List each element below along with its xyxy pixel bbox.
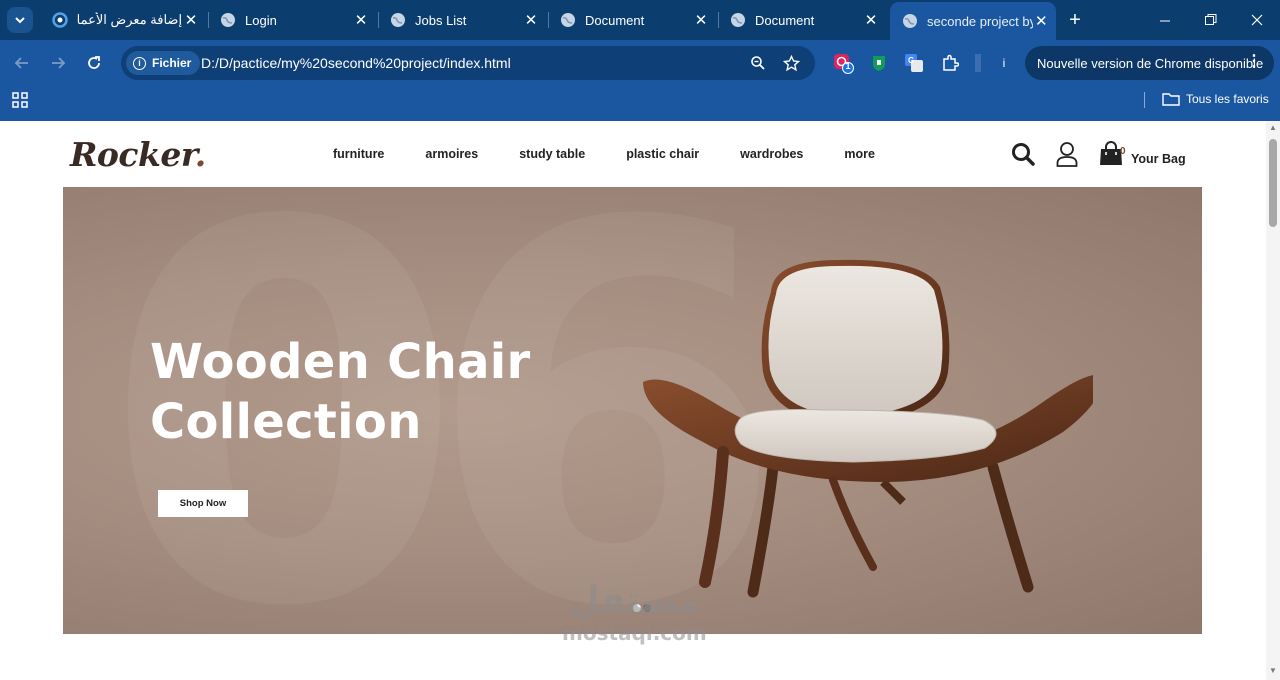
- chip-label: Fichier: [152, 56, 192, 70]
- back-button[interactable]: [10, 51, 34, 75]
- apps-grid-icon[interactable]: [12, 92, 28, 113]
- extension-badge-count: 1: [845, 61, 851, 71]
- bag-count: 0: [1120, 146, 1126, 157]
- new-tab-icon[interactable]: +: [1064, 9, 1086, 31]
- tab-title: Jobs List: [415, 12, 467, 28]
- tab-jobs-list[interactable]: Jobs List ✕: [378, 5, 548, 35]
- browser-toolbar: i Fichier D:/D/pactice/my%20second%20pro…: [0, 40, 1280, 86]
- nav-item-furniture[interactable]: furniture: [333, 147, 384, 161]
- forward-button[interactable]: [46, 51, 70, 75]
- svg-text:G: G: [908, 56, 914, 65]
- all-bookmarks-button[interactable]: Tous les favoris: [1162, 92, 1269, 106]
- tab-document-2[interactable]: Document ✕: [718, 5, 888, 35]
- close-icon[interactable]: ✕: [182, 11, 200, 29]
- page-viewport: Rocker. furniture armoires study table p…: [0, 121, 1266, 680]
- tab-strip: إضافة معرض الأعما ✕ Login ✕ Jobs List ✕ …: [0, 0, 1280, 40]
- tab-title: Login: [245, 12, 277, 28]
- logo-dot: .: [194, 135, 207, 174]
- nav-item-study-table[interactable]: study table: [519, 147, 585, 161]
- scroll-up-icon[interactable]: ▲: [1268, 124, 1278, 132]
- zoom-icon[interactable]: [749, 54, 767, 72]
- logo-text: Rocker: [70, 135, 195, 174]
- hero-title: Wooden Chair Collection: [150, 332, 570, 452]
- bookmarks-bar: [0, 86, 1280, 121]
- nav-item-more[interactable]: more: [844, 147, 875, 161]
- main-nav: furniture armoires study table plastic c…: [333, 147, 916, 161]
- close-window-icon[interactable]: [1234, 0, 1280, 40]
- translate-icon[interactable]: G: [903, 52, 925, 74]
- tab-active-project[interactable]: seconde project by ✕: [890, 2, 1056, 40]
- profile-info-icon[interactable]: i: [993, 52, 1015, 74]
- chrome-update-button[interactable]: Nouvelle version de Chrome disponible ⋮: [1025, 46, 1274, 80]
- nav-item-wardrobes[interactable]: wardrobes: [740, 147, 803, 161]
- globe-icon: [560, 12, 576, 28]
- circle-favicon-icon: [52, 12, 68, 28]
- close-icon[interactable]: ✕: [522, 11, 540, 29]
- reload-button[interactable]: [82, 51, 106, 75]
- tab-document-1[interactable]: Document ✕: [548, 5, 718, 35]
- tab-search-button[interactable]: [7, 7, 33, 33]
- close-icon[interactable]: ✕: [692, 11, 710, 29]
- globe-icon: [220, 12, 236, 28]
- tab-portfolio[interactable]: إضافة معرض الأعما ✕: [40, 5, 208, 35]
- update-text: Nouvelle version de Chrome disponible: [1037, 55, 1264, 71]
- site-logo[interactable]: Rocker.: [70, 135, 206, 174]
- nav-item-plastic-chair[interactable]: plastic chair: [626, 147, 699, 161]
- globe-icon: [730, 12, 746, 28]
- hero-slider: 06 Wooden Chair Collection Shop Now: [63, 187, 1202, 634]
- hero-title-line2: Collection: [150, 394, 422, 450]
- address-bar[interactable]: i Fichier D:/D/pactice/my%20second%20pro…: [121, 46, 815, 80]
- close-icon[interactable]: ✕: [862, 11, 880, 29]
- folder-icon: [1162, 93, 1180, 106]
- reload-icon: [88, 56, 100, 69]
- toolbar-divider: [975, 54, 981, 72]
- shield-extension-icon[interactable]: [868, 52, 890, 74]
- bookmark-star-icon[interactable]: [782, 54, 800, 72]
- restore-icon[interactable]: [1188, 0, 1234, 40]
- page-scrollbar[interactable]: ▲ ▼: [1266, 121, 1280, 680]
- minimize-icon[interactable]: [1142, 0, 1188, 40]
- tab-title: Document: [585, 12, 645, 28]
- tab-title: seconde project by: [927, 13, 1033, 29]
- wooden-chair-image: [643, 259, 1093, 598]
- user-icon[interactable]: [1056, 141, 1078, 167]
- extensions-puzzle-icon[interactable]: [939, 52, 961, 74]
- url-text[interactable]: D:/D/pactice/my%20second%20project/index…: [201, 55, 511, 71]
- tab-login[interactable]: Login ✕: [208, 5, 378, 35]
- close-icon[interactable]: ✕: [1033, 12, 1050, 30]
- info-icon: i: [133, 56, 146, 70]
- globe-icon: [390, 12, 406, 28]
- scroll-down-icon[interactable]: ▼: [1268, 667, 1278, 675]
- extension-badge-icon[interactable]: 1: [832, 52, 854, 74]
- site-info-chip[interactable]: i Fichier: [126, 51, 201, 75]
- tab-title: Document: [755, 12, 815, 28]
- arrow-left-icon: [14, 57, 28, 69]
- arrow-right-icon: [52, 57, 66, 69]
- search-icon[interactable]: [1011, 141, 1035, 167]
- hero-title-line1: Wooden Chair: [150, 334, 531, 390]
- close-icon[interactable]: ✕: [352, 11, 370, 29]
- watermark-english: mostaql.com: [562, 621, 707, 645]
- more-menu-icon[interactable]: ⋮: [1246, 54, 1262, 70]
- tab-title: إضافة معرض الأعما: [77, 12, 183, 27]
- chevron-down-icon: [15, 17, 25, 24]
- mostaql-watermark: مستقل mostaql.com: [562, 580, 707, 646]
- nav-item-armoires[interactable]: armoires: [425, 147, 478, 161]
- all-bookmarks-label: Tous les favoris: [1186, 92, 1269, 106]
- watermark-arabic: مستقل: [568, 580, 701, 621]
- bookmarks-divider: [1144, 92, 1145, 108]
- globe-icon: [902, 13, 918, 29]
- bag-label[interactable]: Your Bag: [1131, 152, 1186, 166]
- shop-now-button[interactable]: Shop Now: [158, 490, 248, 517]
- scroll-thumb[interactable]: [1269, 139, 1277, 227]
